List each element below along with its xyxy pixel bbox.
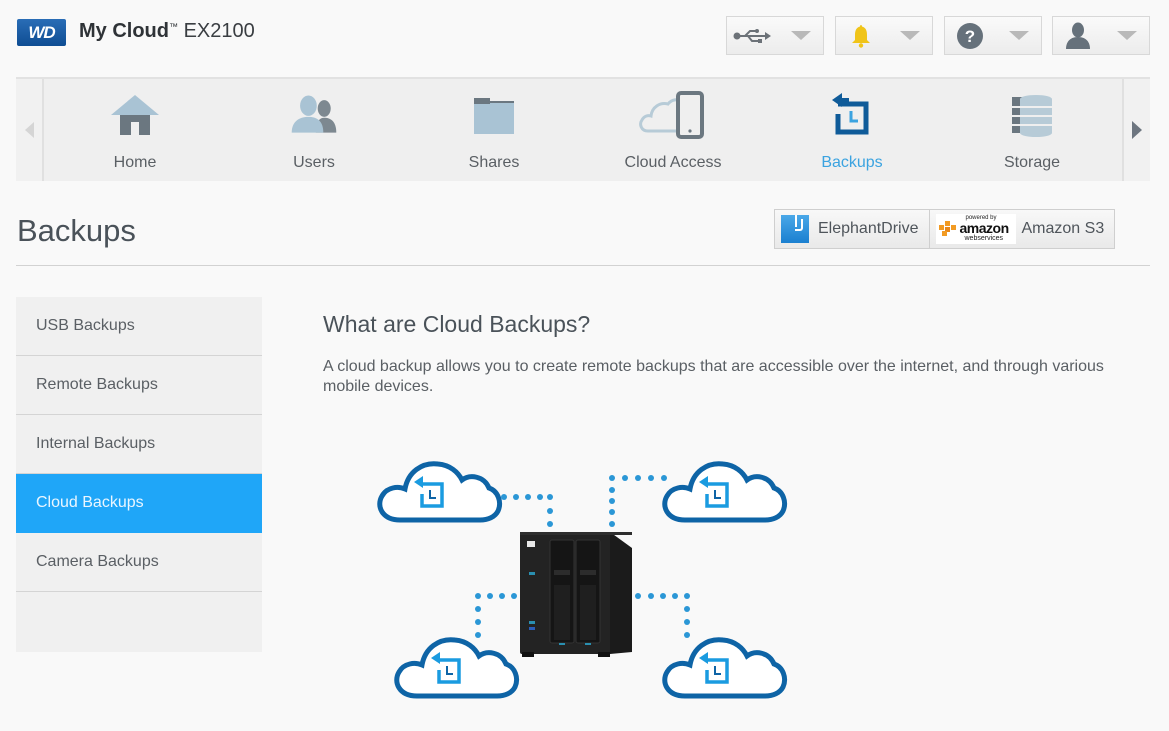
storage-icon xyxy=(1006,91,1058,139)
nav-label: Home xyxy=(113,154,157,171)
cloud-backup-icon xyxy=(380,464,500,520)
usb-button[interactable] xyxy=(726,16,824,55)
chevron-down-icon xyxy=(1117,31,1137,40)
model-name: EX2100 xyxy=(183,20,255,42)
nav-label: Shares xyxy=(468,154,520,171)
nav-label: Users xyxy=(293,154,335,171)
backup-icon xyxy=(826,91,878,139)
content-description: A cloud backup allows you to create remo… xyxy=(323,358,1104,395)
users-icon xyxy=(288,91,340,139)
app-name: My Cloud xyxy=(79,20,169,42)
sidebar-item-remote-backups[interactable]: Remote Backups xyxy=(16,356,262,415)
bell-icon xyxy=(836,17,886,54)
user-button[interactable] xyxy=(1052,16,1150,55)
logo-text: WD xyxy=(28,22,55,42)
notifications-button[interactable] xyxy=(835,16,933,55)
usb-icon xyxy=(727,17,777,54)
help-button[interactable]: ? xyxy=(944,16,1042,55)
sidebar-item-usb-backups[interactable]: USB Backups xyxy=(16,297,262,356)
backups-sidebar: USB Backups Remote Backups Internal Back… xyxy=(16,297,262,652)
nav-item-cloud-access[interactable]: Cloud Access xyxy=(583,79,763,181)
user-icon xyxy=(1053,17,1103,54)
nav-scroll-left-button[interactable] xyxy=(16,79,44,181)
nav-scroll-right-button[interactable] xyxy=(1122,79,1150,181)
nav-label: Cloud Access xyxy=(624,154,722,171)
cloud-backup-icon xyxy=(397,640,517,696)
elephantdrive-button[interactable]: ElephantDrive xyxy=(775,210,929,248)
wd-logo: WD xyxy=(17,19,66,46)
nav-item-backups[interactable]: Backups xyxy=(762,79,942,181)
cloud-backup-illustration xyxy=(370,440,790,720)
folder-icon xyxy=(468,91,520,139)
aws-logo-icon: powered by amazon webservices xyxy=(935,214,1016,244)
cloud-backup-icon xyxy=(665,464,785,520)
provider-label: ElephantDrive xyxy=(818,220,919,237)
sidebar-item-camera-backups[interactable]: Camera Backups xyxy=(16,533,262,592)
content-title: What are Cloud Backups? xyxy=(323,311,591,337)
page-title: Backups xyxy=(17,213,136,248)
chevron-down-icon xyxy=(1009,31,1029,40)
nav-label: Backups xyxy=(821,154,883,171)
cloud-backup-icon xyxy=(665,640,785,696)
app-title: My Cloud™ EX2100 xyxy=(79,20,255,43)
nas-device-image xyxy=(520,532,632,657)
sidebar-item-cloud-backups[interactable]: Cloud Backups xyxy=(16,474,262,533)
chevron-right-icon xyxy=(1132,121,1142,139)
help-icon: ? xyxy=(945,17,995,54)
cloud-access-icon xyxy=(638,91,708,139)
aws-logo-main: amazon xyxy=(959,220,1010,236)
aws-logo-sub: webservices xyxy=(964,235,1004,242)
provider-label: Amazon S3 xyxy=(1021,220,1105,237)
nav-item-users[interactable]: Users xyxy=(224,79,404,181)
nav-item-home[interactable]: Home xyxy=(45,79,225,181)
chevron-down-icon xyxy=(900,31,920,40)
elephantdrive-logo-icon xyxy=(781,215,809,243)
chevron-down-icon xyxy=(791,31,811,40)
help-glyph: ? xyxy=(965,27,975,46)
nav-label: Storage xyxy=(1003,154,1061,171)
cloud-provider-buttons: ElephantDrive powered by amazon webservi… xyxy=(774,209,1116,249)
sidebar-item-internal-backups[interactable]: Internal Backups xyxy=(16,415,262,474)
home-icon xyxy=(109,91,161,139)
header-divider xyxy=(16,265,1150,266)
chevron-left-icon xyxy=(24,122,34,138)
amazon-s3-button[interactable]: powered by amazon webservices Amazon S3 xyxy=(928,210,1115,248)
trademark: ™ xyxy=(169,21,178,32)
nav-item-shares[interactable]: Shares xyxy=(404,79,584,181)
main-nav: Home Users Shares Cloud Access Backups S… xyxy=(16,77,1150,181)
nav-item-storage[interactable]: Storage xyxy=(942,79,1122,181)
